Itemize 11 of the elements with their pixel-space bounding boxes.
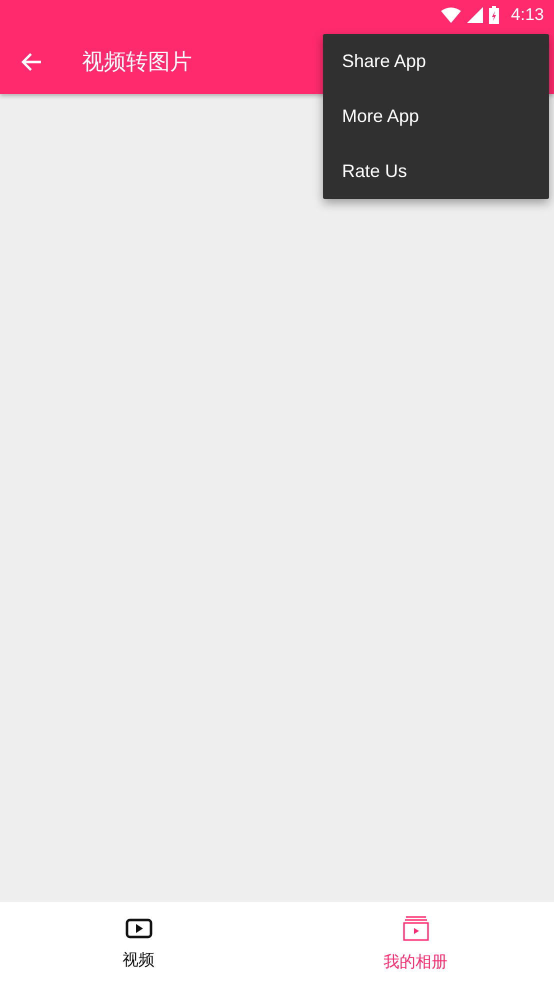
menu-item[interactable]: More App: [323, 89, 549, 144]
battery-icon: [488, 6, 499, 24]
wifi-icon: [440, 7, 461, 23]
menu-item[interactable]: Share App: [323, 34, 549, 89]
album-icon: [402, 916, 430, 942]
back-arrow-icon[interactable]: [20, 52, 42, 72]
status-time: 4:13: [510, 5, 544, 25]
toolbar-title: 视频转图片: [82, 48, 192, 76]
menu-item[interactable]: Rate Us: [323, 144, 549, 199]
play-icon: [124, 918, 152, 940]
signal-icon: [466, 7, 483, 23]
